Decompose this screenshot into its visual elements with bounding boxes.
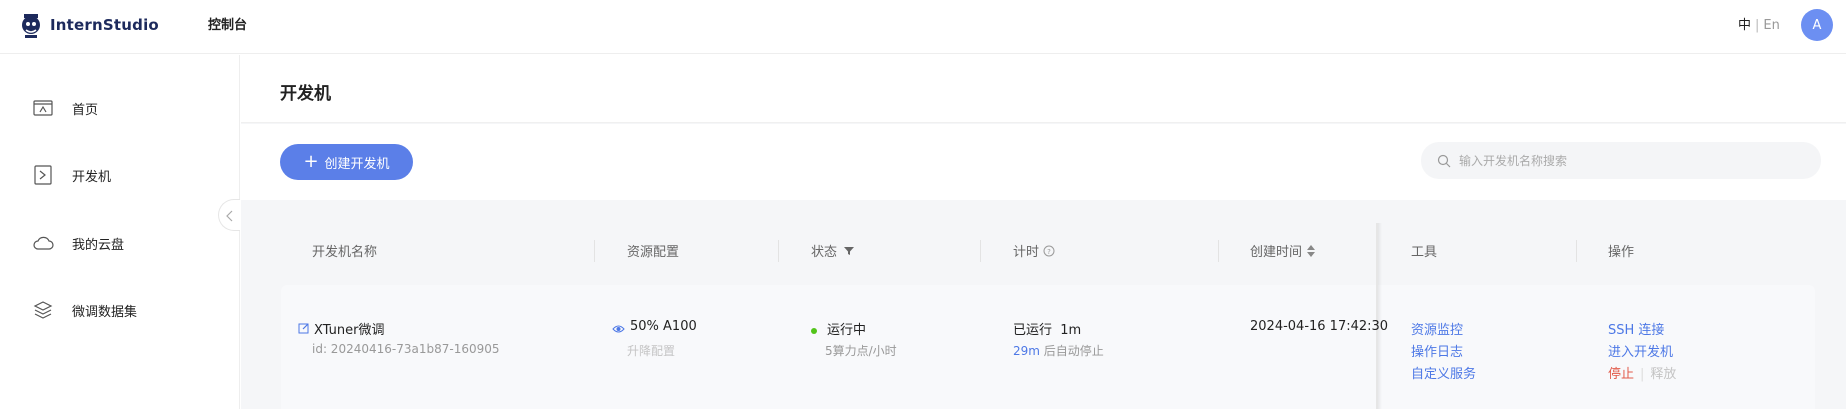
runtime-prefix: 已运行 xyxy=(1013,323,1053,338)
stop-button[interactable]: 停止 xyxy=(1608,367,1634,382)
top-header: InternStudio 控制台 中 | En A xyxy=(0,0,1846,54)
terminal-icon xyxy=(34,165,52,185)
actions-separator: | xyxy=(1640,367,1645,382)
plus-icon: + xyxy=(303,151,319,172)
home-icon xyxy=(33,100,53,116)
column-divider xyxy=(594,240,595,262)
enter-devmachine-link[interactable]: 进入开发机 xyxy=(1608,341,1673,360)
sidebar-item-datasets[interactable]: 微调数据集 xyxy=(32,298,137,322)
filter-icon[interactable] xyxy=(843,245,855,257)
console-link[interactable]: 控制台 xyxy=(208,14,247,33)
logo-mascot-icon xyxy=(22,14,40,38)
fixed-column-border xyxy=(1376,223,1378,409)
col-header-created-label: 创建时间 xyxy=(1250,245,1303,260)
status-indicator: 运行中 xyxy=(811,319,866,338)
runtime-value: 1m xyxy=(1060,323,1082,338)
user-avatar[interactable]: A xyxy=(1801,9,1833,41)
custom-service-link[interactable]: 自定义服务 xyxy=(1411,363,1476,382)
sidebar-item-cloud-drive[interactable]: 我的云盘 xyxy=(32,231,124,255)
stop-release-actions: 停止 | 释放 xyxy=(1608,363,1676,382)
column-divider xyxy=(1218,240,1219,262)
auto-stop-value: 29m xyxy=(1013,344,1040,358)
sidebar-collapse-button[interactable] xyxy=(218,199,240,231)
status-dot xyxy=(811,327,817,334)
sort-icon[interactable] xyxy=(1306,244,1316,258)
created-time: 2024-04-16 17:42:30 xyxy=(1250,319,1389,334)
col-header-name: 开发机名称 xyxy=(312,245,378,260)
operation-log-link[interactable]: 操作日志 xyxy=(1411,341,1463,360)
create-devmachine-button[interactable]: + 创建开发机 xyxy=(280,144,413,180)
sidebar-item-label: 我的云盘 xyxy=(72,237,125,253)
runtime: 已运行 1m xyxy=(1013,319,1081,338)
col-header-timer: 计时 ? xyxy=(1013,241,1055,260)
devmachine-name: XTuner微调 xyxy=(314,323,385,338)
sidebar: 首页 开发机 我的云盘 微调数据集 xyxy=(0,55,240,409)
lang-en-option[interactable]: En xyxy=(1763,18,1779,33)
devmachine-id: id: 20240416-73a1b87-160905 xyxy=(312,342,500,356)
col-header-status[interactable]: 状态 xyxy=(811,241,855,260)
action-bar: + 创建开发机 xyxy=(241,124,1846,200)
release-button[interactable]: 释放 xyxy=(1650,367,1676,382)
sidebar-item-devmachine[interactable]: 开发机 xyxy=(32,163,111,187)
svg-text:?: ? xyxy=(1047,248,1051,256)
page-title-bar: 开发机 xyxy=(241,55,1846,123)
logo[interactable]: InternStudio xyxy=(16,10,159,40)
search-box[interactable] xyxy=(1421,142,1821,179)
sidebar-item-label: 微调数据集 xyxy=(72,304,138,320)
auto-stop-suffix: 后自动停止 xyxy=(1043,344,1104,358)
cloud-icon xyxy=(33,236,54,250)
col-header-timer-label: 计时 xyxy=(1013,245,1040,260)
layers-icon xyxy=(33,301,53,319)
logo-text: InternStudio xyxy=(50,16,159,34)
resource-spec: 50% A100 xyxy=(630,319,697,334)
sidebar-item-home[interactable]: 首页 xyxy=(32,96,98,120)
resource-monitor-link[interactable]: 资源监控 xyxy=(1411,319,1463,338)
col-header-tools: 工具 xyxy=(1411,245,1438,260)
language-switcher: 中 | En xyxy=(1738,14,1780,33)
resize-config-link[interactable]: 升降配置 xyxy=(627,342,675,359)
edit-icon[interactable] xyxy=(298,322,310,334)
page-title: 开发机 xyxy=(280,84,331,104)
lang-zh-option[interactable]: 中 xyxy=(1738,18,1751,33)
col-header-actions: 操作 xyxy=(1608,245,1635,260)
column-divider xyxy=(980,240,981,262)
status-text: 运行中 xyxy=(827,323,867,338)
ssh-connect-link[interactable]: SSH 连接 xyxy=(1608,319,1664,338)
sidebar-item-label: 首页 xyxy=(72,102,99,118)
column-divider xyxy=(1576,240,1577,262)
search-icon xyxy=(1437,154,1451,167)
col-header-created[interactable]: 创建时间 xyxy=(1250,241,1316,260)
auto-stop: 29m 后自动停止 xyxy=(1013,342,1104,359)
eye-icon[interactable] xyxy=(612,323,625,335)
create-button-label: 创建开发机 xyxy=(324,156,390,172)
col-header-resource: 资源配置 xyxy=(627,245,680,260)
search-input[interactable] xyxy=(1459,153,1799,168)
col-header-status-label: 状态 xyxy=(811,245,838,260)
sidebar-item-label: 开发机 xyxy=(72,169,112,185)
help-icon[interactable]: ? xyxy=(1043,245,1055,257)
status-detail: 5算力点/小时 xyxy=(825,344,897,358)
column-divider xyxy=(778,240,779,262)
lang-separator: | xyxy=(1755,18,1760,33)
chevron-left-icon xyxy=(226,210,233,222)
